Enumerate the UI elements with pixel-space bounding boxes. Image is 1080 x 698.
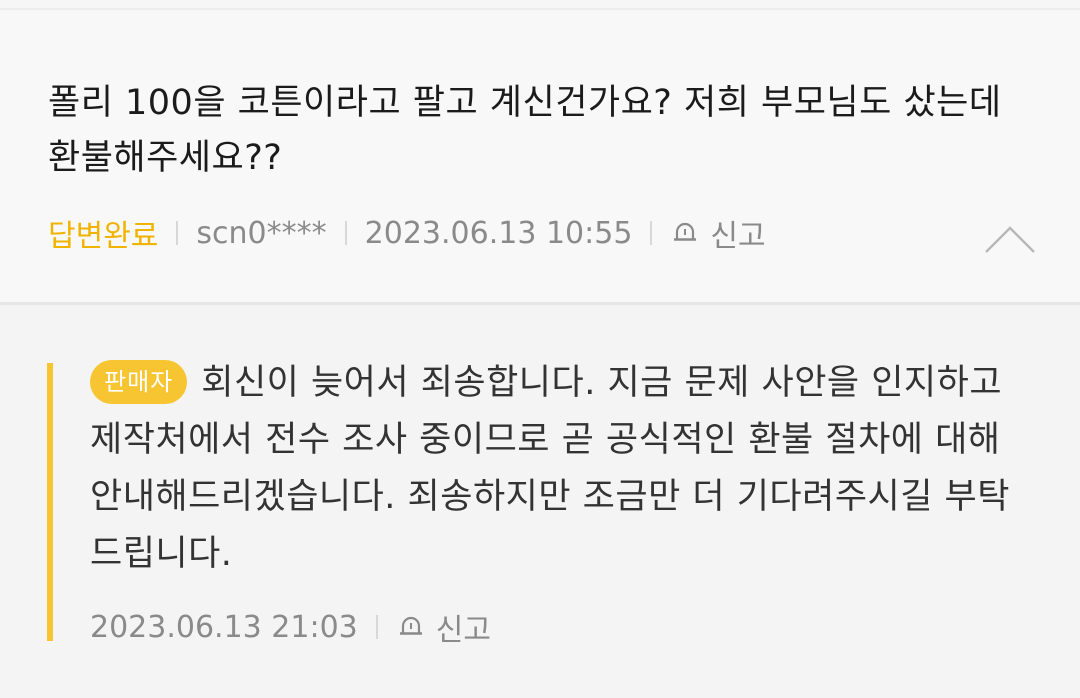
siren-icon [399,616,422,635]
answer-accent-bar [47,363,53,641]
report-label: 신고 [710,219,766,254]
seller-answer-card: 판매자 회신이 늦어서 죄송합니다. 지금 문제 사안을 인지하고 제작처에서 전… [0,305,1080,698]
question-text: 폴리 100을 코튼이라고 팔고 계신건가요? 저희 부모님도 샀는데 환불해주… [48,83,1002,178]
answer-meta: 2023.06.13 21:03 신고 [90,605,491,649]
meta-divider [375,615,378,639]
chevron-up-icon[interactable] [984,222,1036,254]
report-button[interactable]: 신고 [670,211,766,255]
answer-status: 답변완료 [48,219,159,254]
meta-divider [344,221,347,245]
question-card: 폴리 100을 코튼이라고 팔고 계신건가요? 저희 부모님도 샀는데 환불해주… [0,10,1080,302]
answer-report-button[interactable]: 신고 [396,605,491,649]
seller-badge: 판매자 [90,360,188,404]
meta-divider [176,221,179,245]
answer-text: 회신이 늦어서 죄송합니다. 지금 문제 사안을 인지하고 제작처에서 전수 조… [90,363,1010,574]
siren-icon [674,222,697,241]
answer-report-label: 신고 [435,613,491,648]
question-datetime: 2023.06.13 10:55 [364,215,633,251]
author-id: scn0**** [196,215,327,251]
meta-divider [650,221,653,245]
answer-body: 판매자 회신이 늦어서 죄송합니다. 지금 문제 사안을 인지하고 제작처에서 전… [90,355,1040,583]
answer-datetime: 2023.06.13 21:03 [90,609,358,645]
question-meta: 답변완료 scn0**** 2023.06.13 10:55 신고 [48,211,766,255]
